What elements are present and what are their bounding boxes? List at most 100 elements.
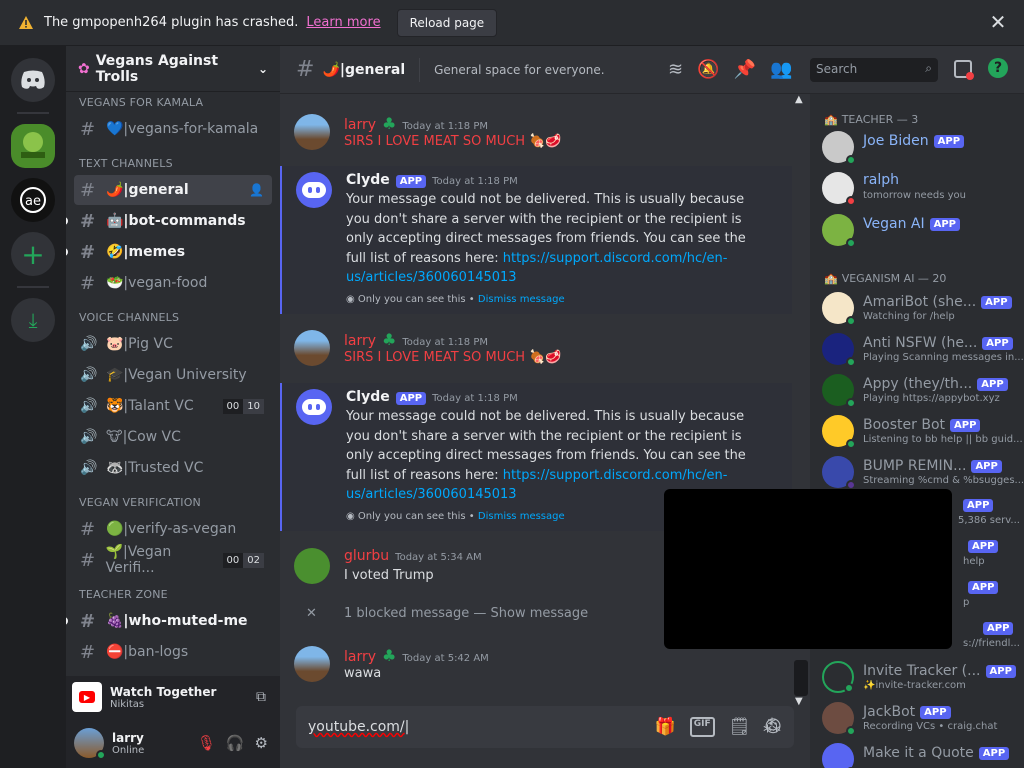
settings-gear-icon[interactable]: ⚙ [255, 734, 268, 752]
channel-label: 🌶️|general [106, 182, 189, 198]
member-item[interactable]: AmariBot (she... APP Watching for /help [822, 288, 1022, 328]
channel-verify-as-vegan[interactable]: # 🟢|verify-as-vegan [74, 514, 272, 544]
category-text-channels[interactable]: TEXT CHANNELS [66, 145, 280, 174]
message-timestamp: Today at 1:18 PM [402, 337, 488, 348]
scroll-down-arrow-icon[interactable]: ▼ [795, 696, 803, 707]
reload-page-button[interactable]: Reload page [396, 8, 498, 37]
scroll-up-arrow-icon[interactable]: ▲ [795, 94, 803, 105]
chevron-down-icon[interactable]: ⌄ [258, 62, 268, 76]
member-status: s://friendl... [963, 638, 1020, 649]
message-author[interactable]: larry [344, 117, 376, 133]
gif-icon[interactable]: GIF [689, 717, 715, 737]
app-badge: APP [983, 622, 1014, 635]
channel-vegans-for-kamala[interactable]: # 💙|vegans-for-kamala [74, 114, 272, 144]
scrollbar-thumb[interactable] [794, 660, 808, 696]
avatar[interactable] [294, 114, 330, 150]
help-icon[interactable]: ? [988, 58, 1008, 78]
dismiss-message-link[interactable]: Dismiss message [478, 294, 565, 305]
member-item[interactable]: Appy (they/th... APP Playing https://appyb… [822, 370, 1022, 410]
category-voice-channels[interactable]: VOICE CHANNELS [66, 299, 280, 328]
close-icon[interactable]: ✕ [988, 12, 1008, 32]
inbox-icon[interactable] [954, 60, 974, 80]
show-message-link[interactable]: Show message [491, 606, 589, 621]
speaker-icon: 🔊 [80, 429, 98, 445]
online-status-indicator [96, 750, 106, 760]
message-author[interactable]: Clyde [346, 389, 390, 405]
member-item[interactable]: Booster Bot APP Listening to bb help || bb… [822, 411, 1023, 451]
search-input[interactable]: Search ⌕ [810, 58, 938, 82]
message-author[interactable]: larry [344, 333, 376, 349]
plugin-crash-banner: The gmpopenh264 plugin has crashed. Lear… [0, 0, 1024, 46]
threads-icon[interactable]: ≋ [668, 59, 683, 80]
category-vegan-verification[interactable]: VEGAN VERIFICATION [66, 484, 280, 513]
member-item[interactable]: Joe Biden APP [822, 127, 1022, 167]
voice-channel-talant-vc[interactable]: 🔊 🐯|Talant VC 00 10 [74, 391, 272, 421]
member-item[interactable]: BUMP REMIN... APP Streaming %cmd & %bsugge… [822, 452, 1023, 492]
unread-indicator [66, 248, 68, 256]
headphones-icon[interactable]: 🎧 [226, 734, 245, 752]
add-server-icon[interactable]: + [11, 232, 55, 276]
youtube-icon: ▶ [72, 682, 102, 712]
pin-icon[interactable]: 📌 [734, 59, 756, 80]
download-apps-icon[interactable]: ⤓ [11, 298, 55, 342]
channel-label: 🎓|Vegan University [106, 367, 247, 383]
avatar[interactable] [294, 646, 330, 682]
channel-memes[interactable]: # 🤣|memes [66, 237, 272, 267]
message-author[interactable]: glurbu [344, 548, 389, 564]
channel-label: 🤖|bot-commands [106, 213, 246, 229]
popout-icon[interactable]: ⧉ [256, 689, 266, 705]
voice-channel-cow-vc[interactable]: 🔊 🐮|Cow VC [74, 422, 272, 452]
message-author[interactable]: Clyde [346, 172, 390, 188]
discord-home-icon[interactable] [11, 58, 55, 102]
avatar [822, 743, 856, 768]
member-item[interactable]: Anti NSFW (he... APP Playing Scanning mess… [822, 329, 1023, 369]
member-list-icon[interactable]: 👥 [770, 59, 792, 80]
dismiss-message-link[interactable]: Dismiss message [478, 511, 565, 522]
server-chain-icon[interactable]: ae [11, 178, 55, 222]
message-input-value[interactable]: youtube.com/ [308, 719, 405, 735]
member-item[interactable]: Make it a Quote APP [822, 739, 1022, 768]
avatar[interactable] [74, 728, 106, 760]
message-author[interactable]: larry [344, 649, 376, 665]
channel-vegan-verifi[interactable]: # 🌱|Vegan Verifi... 00 02 [74, 544, 272, 576]
member-group-header: 🏫 TEACHER — 3 [824, 113, 919, 126]
guild-header[interactable]: ✿ Vegans Against Trolls ⌄ [66, 46, 280, 92]
channel-general[interactable]: # 🌶️|general 👤 [74, 175, 272, 205]
voice-channel-trusted-vc[interactable]: 🔊 🦝|Trusted VC [74, 453, 272, 483]
member-name: ralph [863, 172, 899, 188]
channel-topic[interactable]: General space for everyone. [434, 63, 604, 77]
clyde-avatar[interactable] [296, 172, 332, 208]
apps-icon[interactable]: ⁂ [757, 716, 787, 738]
sticker-icon[interactable]: 🗒 [729, 717, 751, 737]
app-badge: APP [395, 392, 427, 405]
category-teacher-zone[interactable]: TEACHER ZONE [66, 576, 280, 605]
member-item[interactable]: Invite Tracker (... APP ✨invite-tracker.co… [822, 657, 1022, 697]
banner-message: The gmpopenh264 plugin has crashed. [44, 15, 299, 30]
channel-ban-logs[interactable]: # ⛔|ban-logs [74, 637, 272, 667]
member-item[interactable]: Vegan AI APP [822, 210, 1022, 250]
category-vegans-for-kamala[interactable]: VEGANS FOR KAMALA [66, 92, 280, 113]
member-item[interactable]: ralph tomorrow needs you [822, 168, 1022, 208]
gift-icon[interactable]: 🎁 [655, 717, 676, 737]
learn-more-link[interactable]: Learn more [306, 15, 380, 30]
channel-who-muted-me[interactable]: # 🍇|who-muted-me [66, 606, 272, 636]
message-input[interactable]: youtube.com/| 🎁 GIF 🗒 ☺ [296, 706, 794, 748]
guild-name: Vegans Against Trolls [95, 52, 219, 85]
channel-vegan-food[interactable]: # 🥗|vegan-food [74, 268, 272, 298]
avatar[interactable] [294, 330, 330, 366]
voice-channel-pig-vc[interactable]: 🔊 🐷|Pig VC [74, 329, 272, 359]
notification-bell-muted-icon[interactable]: 🔕 [697, 59, 719, 80]
hash-icon: # [80, 179, 96, 201]
clyde-avatar[interactable] [296, 389, 332, 425]
message-timestamp: Today at 1:18 PM [432, 176, 518, 187]
invite-tracker-icon [822, 661, 854, 693]
hash-icon: # [296, 57, 315, 82]
server-vegans-against-trolls-icon[interactable] [11, 124, 55, 168]
activity-panel[interactable]: ▶ Watch Together Nikitas ⧉ [66, 676, 280, 718]
voice-channel-vegan-university[interactable]: 🔊 🎓|Vegan University [74, 360, 272, 390]
invite-icon[interactable]: 👤 [249, 183, 264, 197]
mute-microphone-icon[interactable]: 🎙 [197, 734, 216, 752]
member-item[interactable]: JackBot APP Recording VCs • craig.chat [822, 698, 1022, 738]
channel-bot-commands[interactable]: # 🤖|bot-commands [66, 206, 272, 236]
avatar[interactable] [294, 548, 330, 584]
